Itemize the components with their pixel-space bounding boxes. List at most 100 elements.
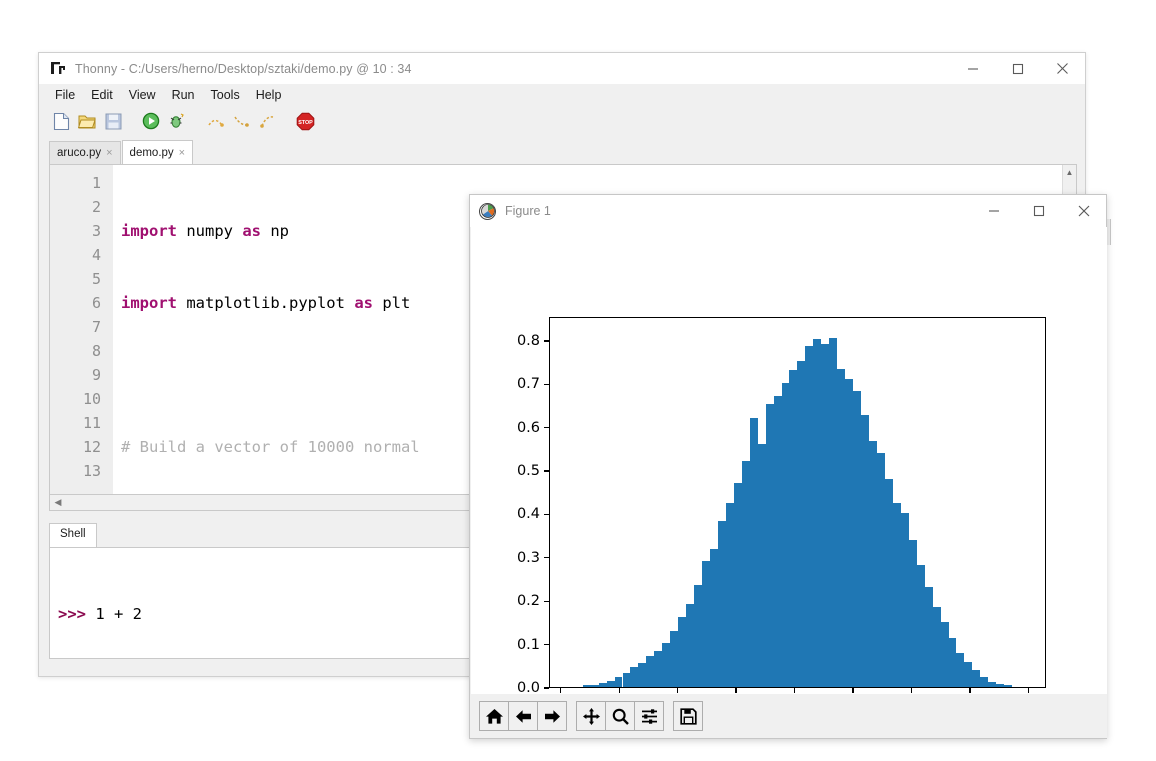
pan-move-icon[interactable] [576,701,606,731]
histogram-bar [773,396,782,687]
y-tick-mark [544,383,549,385]
line-number: 5 [91,270,101,288]
editor-tab-label: aruco.py [57,147,102,159]
histogram-bar [876,452,885,687]
histogram-bar [717,520,726,687]
histogram-bar [845,378,854,687]
x-tick-mark [676,688,679,693]
stop-icon[interactable]: STOP [293,110,317,132]
figure-canvas[interactable]: 0.00.10.20.30.40.50.60.70.8 0.00.51.01.5… [471,227,1107,712]
open-file-icon[interactable] [75,110,99,132]
figure-maximize-button[interactable] [1016,195,1061,227]
histogram-bar [932,606,941,687]
y-tick-label: 0.7 [516,376,540,393]
y-tick-label: 0.3 [516,549,540,566]
line-number-gutter: 1 2 3 4 5 6 7 8 9 10 11 12 13 [50,165,113,494]
editor-tab-demo[interactable]: demo.py × [121,140,194,164]
editor-tab-label: demo.py [129,146,174,159]
figure-minimize-button[interactable] [971,195,1016,227]
x-tick-mark [618,688,620,693]
histogram-bar [582,685,591,687]
run-icon[interactable] [139,110,163,132]
tab-shell[interactable]: Shell [49,523,97,547]
step-out-icon[interactable] [255,110,279,132]
save-floppy-icon[interactable] [673,701,703,731]
histogram-bar [646,656,655,687]
svg-text:STOP: STOP [298,120,313,126]
menu-item-view[interactable]: View [121,86,164,104]
histogram-bar [678,616,687,687]
histogram-bar [590,685,599,687]
configure-subplots-icon[interactable] [634,701,664,731]
zoom-magnifier-icon[interactable] [605,701,635,731]
line-number: 9 [91,366,101,384]
figure-title-bar: Figure 1 [470,195,1106,227]
histogram-bar [924,587,933,687]
line-number: 3 [91,222,101,240]
y-tick-label: 0.1 [516,636,540,653]
histogram-bar [622,672,631,687]
forward-arrow-icon[interactable] [537,701,567,731]
y-tick-label: 0.4 [516,506,540,523]
thonny-title-text: Thonny - C:/Users/herno/Desktop/sztaki/d… [75,61,412,76]
histogram-bar [884,478,893,687]
y-tick-label: 0.2 [516,593,540,610]
editor-tab-aruco[interactable]: aruco.py × [49,141,121,164]
thonny-title-bar: Thonny - C:/Users/herno/Desktop/sztaki/d… [39,53,1085,84]
debug-icon[interactable] [165,110,189,132]
plot-axes [549,317,1046,688]
menu-item-tools[interactable]: Tools [203,86,248,104]
histogram-bar [765,403,774,687]
x-tick-mark [852,688,854,693]
histogram-bar [686,604,695,687]
line-number: 6 [91,294,101,312]
close-icon[interactable]: × [106,147,112,159]
histogram-bar [996,683,1005,687]
menu-item-file[interactable]: File [47,86,83,104]
chevron-left-icon[interactable]: ◀ [50,497,66,508]
menu-item-edit[interactable]: Edit [83,86,121,104]
histogram-bar [861,414,869,687]
thonny-close-button[interactable] [1040,53,1085,84]
line-number: 13 [82,462,101,480]
figure-title-text: Figure 1 [505,204,551,218]
shell-input-text: 1 + 2 [86,605,142,623]
x-tick-mark [910,688,913,693]
y-tick-mark [544,470,549,472]
menu-item-help[interactable]: Help [248,86,290,104]
y-tick-label: 0.5 [516,463,540,480]
histogram-bar [789,370,798,687]
x-tick-mark [1027,688,1030,693]
histogram-bar [781,383,790,687]
histogram-bar [606,681,615,687]
histogram-bar [709,548,718,687]
histogram-bar [892,502,901,687]
step-into-icon[interactable] [229,110,253,132]
figure-close-button[interactable] [1061,195,1106,227]
histogram-bar [725,503,734,687]
chevron-up-icon[interactable]: ▲ [1063,165,1076,179]
close-icon[interactable]: × [179,147,185,159]
thonny-maximize-button[interactable] [995,53,1040,84]
histogram-bar [821,344,830,687]
home-icon[interactable] [479,701,509,731]
menu-item-run[interactable]: Run [164,86,203,104]
x-tick-mark [735,688,737,693]
y-tick-mark [544,557,549,559]
thonny-minimize-button[interactable] [950,53,995,84]
line-number: 10 [82,390,101,408]
back-arrow-icon[interactable] [508,701,538,731]
new-file-icon[interactable] [49,110,73,132]
step-over-icon[interactable] [203,110,227,132]
figure-window-controls [971,195,1106,227]
save-file-icon[interactable] [101,110,125,132]
line-number: 7 [91,318,101,336]
histogram-bar [630,666,639,687]
histogram-bar [749,418,758,687]
histogram-bar [916,564,925,687]
histogram-bar [956,652,965,687]
line-number: 4 [91,246,101,264]
histogram-bar [988,681,997,687]
histogram-bar [908,539,917,687]
histogram-bar [948,637,957,687]
